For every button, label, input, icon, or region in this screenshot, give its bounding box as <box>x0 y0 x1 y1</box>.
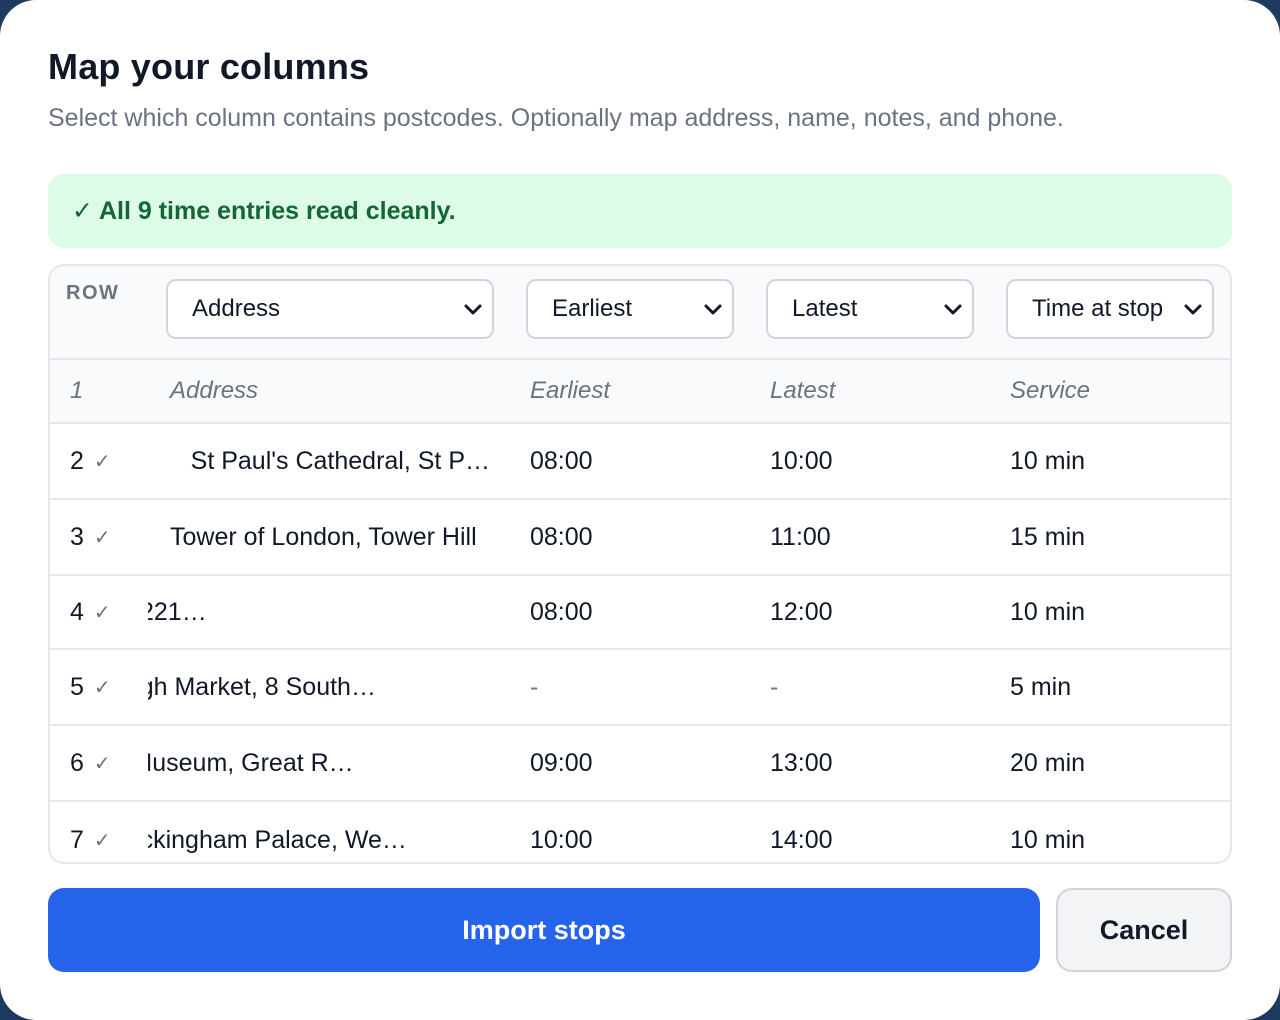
row-number: 4 ✓ <box>70 597 111 626</box>
table-row: 4✓ 221… 08:00 12:00 10 min <box>50 576 1230 650</box>
latest-cell: 11:00 <box>770 522 831 551</box>
address-cell: 221… <box>148 597 207 626</box>
check-icon: ✓ <box>93 752 111 775</box>
address-cell: Address <box>170 377 259 404</box>
table-header-sample-row: 1 Address Earliest Latest Service <box>50 360 1230 424</box>
row-number: 1 <box>70 377 84 404</box>
table-row: 7✓ Buckingham Palace, We… 10:00 14:00 10… <box>50 802 1230 862</box>
address-cell: British Museum, Great R… <box>148 748 354 777</box>
service-cell: 10 min <box>1010 446 1086 475</box>
import-stops-button[interactable]: Import stops <box>48 888 1040 972</box>
earliest-cell: 10:00 <box>530 825 593 854</box>
mapping-table[interactable]: ROW Address Earliest Latest Time at stop… <box>48 264 1232 864</box>
earliest-cell: Earliest <box>530 377 611 404</box>
address-column-select-value: Address <box>192 295 281 322</box>
row-number: 5 ✓ <box>70 672 111 701</box>
dialog-title: Map your columns <box>48 46 370 87</box>
earliest-cell: 08:00 <box>530 446 593 475</box>
address-cell: Buckingham Palace, We… <box>148 825 407 854</box>
service-cell: 10 min <box>1010 597 1086 626</box>
earliest-cell: 08:00 <box>530 597 593 626</box>
table-row: 5✓ Borough Market, 8 South… - - 5 min <box>50 650 1230 726</box>
address-cell: Borough Market, 8 South… <box>148 672 376 701</box>
success-banner: ✓ All 9 time entries read cleanly. <box>48 174 1232 248</box>
time-at-stop-column-select-value: Time at stop <box>1032 295 1164 322</box>
latest-column-select-value: Latest <box>792 295 858 322</box>
row-number: 7 ✓ <box>70 825 111 854</box>
latest-column-select[interactable]: Latest <box>766 279 974 339</box>
check-icon: ✓ <box>93 450 111 473</box>
latest-cell: 10:00 <box>770 446 833 475</box>
cancel-button[interactable]: Cancel <box>1056 888 1232 972</box>
chevron-down-icon <box>1184 304 1202 315</box>
service-cell: 10 min <box>1010 825 1086 854</box>
latest-cell: 13:00 <box>770 748 833 777</box>
check-icon: ✓ <box>93 601 111 624</box>
earliest-cell: 09:00 <box>530 748 593 777</box>
earliest-column-select[interactable]: Earliest <box>526 279 734 339</box>
dialog-subtitle: Select which column contains postcodes. … <box>48 104 1064 132</box>
chevron-down-icon <box>464 304 482 315</box>
latest-cell: 14:00 <box>770 825 833 854</box>
chevron-down-icon <box>944 304 962 315</box>
row-number: 2 ✓ <box>70 446 111 475</box>
earliest-cell: - <box>530 672 539 701</box>
table-row: 2 ✓ St Paul's Cathedral, St P… 08:00 10:0… <box>50 424 1230 500</box>
address-cell: St Paul's Cathedral, St P… <box>190 446 490 475</box>
service-cell: 15 min <box>1010 522 1086 551</box>
table-row: 6✓ British Museum, Great R… 09:00 13:00 … <box>50 726 1230 802</box>
time-at-stop-column-select[interactable]: Time at stop <box>1006 279 1214 339</box>
map-columns-dialog: Map your columns Select which column con… <box>0 0 1280 1020</box>
row-number: 6 ✓ <box>70 748 111 777</box>
check-icon: ✓ <box>93 526 111 549</box>
address-column-select[interactable]: Address <box>166 279 494 339</box>
mapping-header-row: ROW Address Earliest Latest Time at stop <box>50 266 1230 360</box>
success-banner-text: ✓ All 9 time entries read cleanly. <box>72 197 456 225</box>
row-number: 3 ✓ <box>70 522 111 551</box>
earliest-cell: 08:00 <box>530 522 593 551</box>
service-cell: Service <box>1010 377 1091 404</box>
latest-cell: 12:00 <box>770 597 833 626</box>
address-cell: Tower of London, Tower Hill <box>170 522 477 551</box>
chevron-down-icon <box>704 304 722 315</box>
check-icon: ✓ <box>93 829 111 852</box>
check-icon: ✓ <box>93 676 111 699</box>
service-cell: 5 min <box>1010 672 1072 701</box>
service-cell: 20 min <box>1010 748 1086 777</box>
latest-cell: Latest <box>770 377 836 404</box>
table-row: 3 ✓ Tower of London, Tower Hill 08:00 11:… <box>50 500 1230 576</box>
row-column-header: ROW <box>66 282 120 304</box>
latest-cell: - <box>770 672 779 701</box>
earliest-column-select-value: Earliest <box>552 295 633 322</box>
